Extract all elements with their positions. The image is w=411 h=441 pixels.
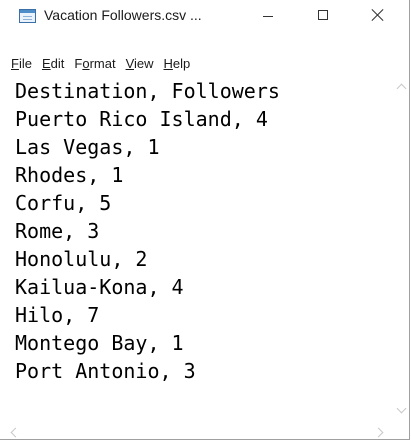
menu-bar: File Edit Format View Help xyxy=(0,52,409,74)
editor-line: Honolulu, 2 xyxy=(15,247,148,271)
maximize-icon xyxy=(318,10,328,20)
editor-line: Corfu, 5 xyxy=(15,191,112,215)
menu-view[interactable]: View xyxy=(121,56,159,71)
text-editor[interactable]: Destination, Followers Puerto Rico Islan… xyxy=(9,77,394,426)
menu-format[interactable]: Format xyxy=(69,56,120,71)
menu-help[interactable]: Help xyxy=(159,56,196,71)
scroll-left-icon[interactable] xyxy=(10,427,21,438)
scroll-down-icon[interactable] xyxy=(396,403,407,414)
scroll-right-icon[interactable] xyxy=(373,427,384,438)
scroll-up-icon[interactable] xyxy=(396,83,407,94)
window-title: Vacation Followers.csv ... xyxy=(44,7,202,23)
editor-line: Port Antonio, 3 xyxy=(15,359,196,383)
editor-line: Kailua-Kona, 4 xyxy=(15,275,184,299)
notepad-window: Vacation Followers.csv ... File Edit For… xyxy=(0,0,410,440)
editor-line: Destination, Followers xyxy=(15,79,280,103)
menu-file[interactable]: File xyxy=(0,56,37,71)
editor-line: Las Vegas, 1 xyxy=(15,135,160,159)
vertical-scrollbar[interactable] xyxy=(393,77,409,426)
close-icon xyxy=(371,8,385,22)
horizontal-scrollbar[interactable] xyxy=(0,425,394,439)
maximize-button[interactable] xyxy=(300,0,346,30)
minimize-icon xyxy=(263,15,273,17)
close-button[interactable] xyxy=(355,0,401,30)
minimize-button[interactable] xyxy=(245,0,291,30)
editor-line: Rhodes, 1 xyxy=(15,163,124,187)
notepad-icon[interactable] xyxy=(19,9,36,23)
title-bar[interactable]: Vacation Followers.csv ... xyxy=(0,0,409,30)
editor-line: Rome, 3 xyxy=(15,219,100,243)
editor-line: Hilo, 7 xyxy=(15,303,100,327)
editor-line: Puerto Rico Island, 4 xyxy=(15,107,268,131)
editor-line: Montego Bay, 1 xyxy=(15,331,184,355)
menu-edit[interactable]: Edit xyxy=(37,56,69,71)
